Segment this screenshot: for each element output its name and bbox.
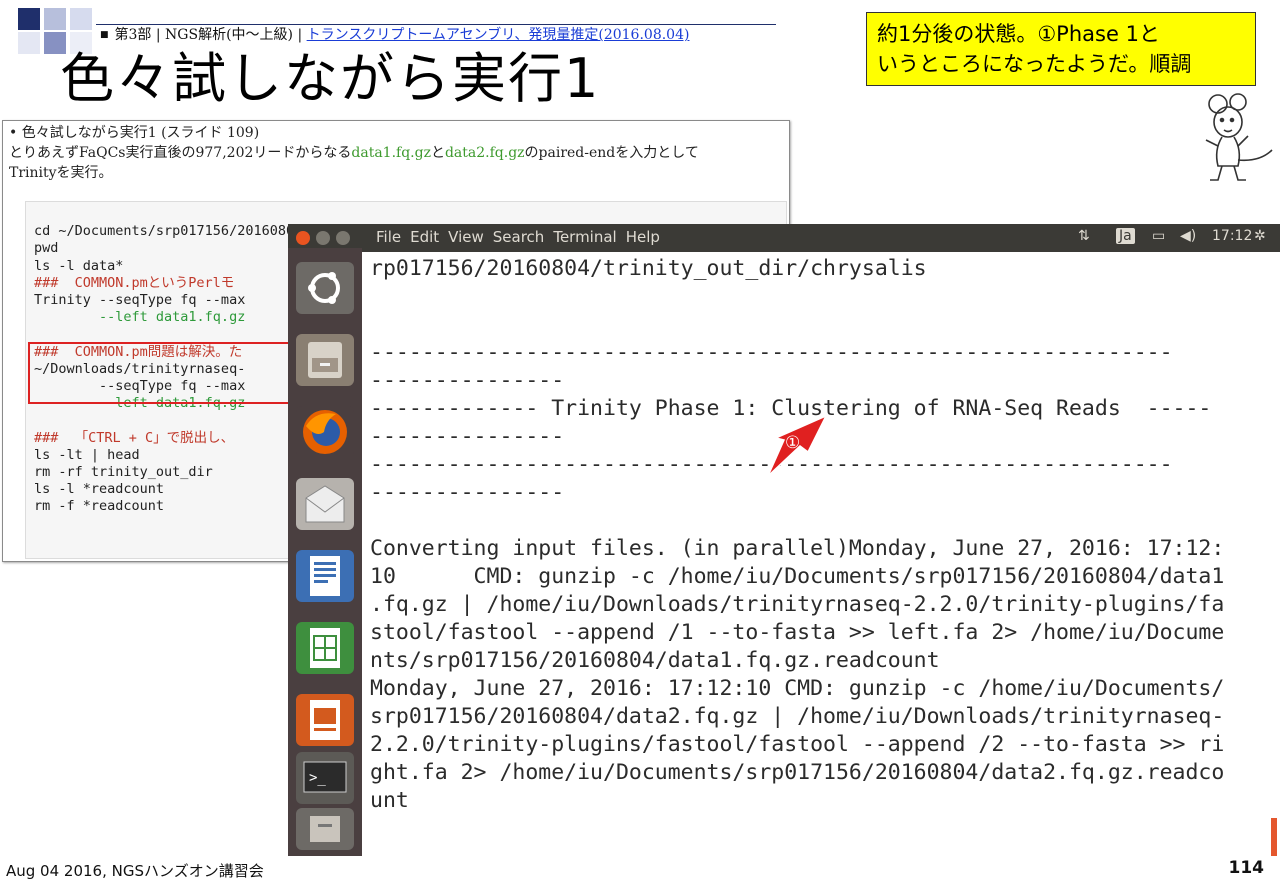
panel-description: • 色々試しながら実行1 (スライド 109) とりあえずFaQCs実行直後の9… (9, 123, 699, 183)
code-line: --left data1.fq.gz (34, 309, 246, 326)
terminal-line: Monday, June 27, 2016: 17:12:10 CMD: gun… (370, 676, 1225, 701)
terminal-line: Converting input files. (in parallel)Mon… (370, 536, 1225, 561)
terminal-line: --------------- (370, 480, 565, 505)
terminal-line: --------------- (370, 424, 565, 449)
files-icon[interactable] (296, 334, 354, 386)
annotation-arrow-icon: ① (767, 414, 828, 477)
impress-icon[interactable] (296, 694, 354, 746)
clock[interactable]: 17:12 (1212, 228, 1252, 244)
ubuntu-dash-icon[interactable] (296, 262, 354, 314)
writer-icon[interactable] (296, 550, 354, 602)
terminal-menubar: File Edit View Search Terminal Help (376, 228, 669, 246)
menu-edit[interactable]: Edit (410, 228, 439, 246)
close-icon[interactable] (296, 231, 310, 245)
menu-help[interactable]: Help (626, 228, 660, 246)
network-arrows-icon[interactable]: ⇅ (1078, 228, 1090, 244)
terminal-scrollbar[interactable] (1271, 818, 1277, 856)
terminal-line: stool/fastool --append /1 --to-fasta >> … (370, 620, 1225, 645)
svg-text:>_: >_ (309, 770, 326, 786)
terminal-output[interactable]: rp017156/20160804/trinity_out_dir/chrysa… (362, 252, 1280, 856)
panel-desc-line: とりあえずFaQCs実行直後の977,202リードからなるdata1.fq.gz… (9, 143, 699, 163)
terminal-line: nts/srp017156/20160804/data1.fq.gz.readc… (370, 648, 940, 673)
menu-terminal[interactable]: Terminal (553, 228, 616, 246)
file-name: data1.fq.gz (351, 145, 431, 161)
code-line: ​ (34, 412, 302, 429)
page-number: 114 (1228, 858, 1265, 878)
file-name: data2.fq.gz (444, 145, 525, 161)
terminal-line: ght.fa 2> /home/iu/Documents/srp017156/2… (370, 760, 1225, 785)
mouse-mascot-icon (1205, 93, 1273, 181)
firefox-icon[interactable] (296, 406, 354, 458)
unity-launcher: >_ (288, 248, 362, 856)
maximize-icon[interactable] (336, 231, 350, 245)
battery-icon[interactable]: ▭ (1152, 228, 1165, 244)
terminal-line: 10 CMD: gunzip -c /home/iu/Documents/srp… (370, 564, 1225, 589)
terminal-icon[interactable]: >_ (296, 752, 354, 804)
code-line: ls -lt | head (34, 446, 140, 463)
minimize-icon[interactable] (316, 231, 330, 245)
breadcrumb: ■ 第3部 | NGS解析(中～上級) | トランスクリプトームアセンブリ、発現量… (100, 24, 689, 44)
code-line: pwd (34, 240, 59, 257)
terminal-line: rp017156/20160804/trinity_out_dir/chrysa… (370, 256, 927, 281)
code-comment: ### 「CTRL + C」で脱出し、 (34, 429, 235, 446)
decoration-square (70, 8, 92, 30)
decoration-square (18, 8, 40, 30)
terminal-line: unt (370, 788, 409, 813)
breadcrumb-link[interactable]: トランスクリプトームアセンブリ、発現量推定(2016.08.04) (307, 27, 690, 43)
panel-bullet: • 色々試しながら実行1 (スライド 109) (9, 125, 260, 141)
menu-view[interactable]: View (448, 228, 484, 246)
code-line: cd ~/Documents/srp017156/20160804 (34, 223, 303, 240)
terminal-line: 2.2.0/trinity-plugins/fastool/fastool --… (370, 732, 1225, 757)
panel-desc-line: Trinityを実行。 (9, 165, 113, 181)
bullet-icon: ■ (100, 30, 109, 40)
decoration-square (44, 8, 66, 30)
slide-title: 色々試しながら実行1 (60, 47, 601, 110)
volume-icon[interactable]: ◀) (1180, 228, 1196, 244)
terminal-line: srp017156/20160804/data2.fq.gz | /home/i… (370, 704, 1225, 729)
calc-icon[interactable] (296, 622, 354, 674)
callout-note: 約1分後の状態。①Phase 1と いうところになったようだ。順調 (866, 12, 1256, 86)
code-line: ls -l data* (34, 257, 124, 274)
menu-search[interactable]: Search (493, 228, 545, 246)
breadcrumb-part: 第3部 | NGS解析(中～上級) | (114, 27, 307, 43)
callout-line: いうところになったようだ。順調 (877, 52, 1192, 76)
desc-text: のpaired-endを入力として (524, 145, 699, 161)
terminal-line: ----------------------------------------… (370, 340, 1173, 365)
code-line: rm -f *readcount (34, 498, 165, 515)
software-center-icon[interactable] (296, 808, 354, 850)
ime-indicator[interactable]: Ja (1116, 228, 1135, 244)
code-comment: ### COMMON.pmというPerlモ (34, 274, 235, 291)
annotation-marker: ① (785, 433, 800, 453)
settings-gear-icon[interactable]: ✲ (1254, 228, 1266, 244)
desc-text: と (430, 145, 445, 161)
code-line: rm -rf trinity_out_dir (34, 464, 213, 481)
menu-file[interactable]: File (376, 228, 401, 246)
decoration-square (18, 32, 40, 54)
footer-text: Aug 04 2016, NGSハンズオン講習会 (6, 862, 264, 880)
terminal-line: .fq.gz | /home/iu/Downloads/trinityrnase… (370, 592, 1225, 617)
callout-line: 約1分後の状態。①Phase 1と (877, 22, 1160, 46)
code-line: Trinity --seqType fq --max (34, 292, 246, 309)
terminal-line: --------------- (370, 368, 565, 393)
mail-icon[interactable] (296, 478, 354, 530)
code-line: ls -l *readcount (34, 481, 165, 498)
desc-text: とりあえずFaQCs実行直後の977,202リードからなる (9, 145, 352, 161)
